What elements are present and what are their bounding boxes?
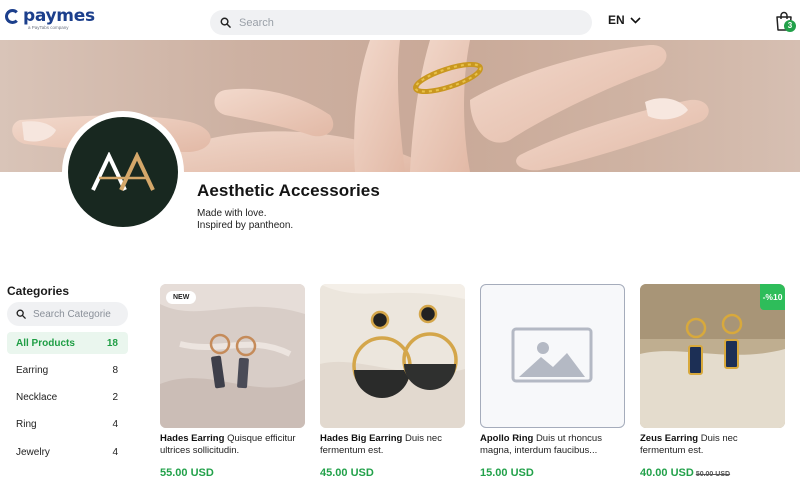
product-description: Hades Big Earring Duis nec fermentum est… xyxy=(320,433,465,457)
product-description: Hades Earring Quisque efficitur ultrices… xyxy=(160,433,305,457)
category-count: 2 xyxy=(112,392,118,404)
product-old-price: 50.00 USD xyxy=(695,471,731,478)
cart-button[interactable]: 3 xyxy=(775,11,797,33)
cart-count-badge: 3 xyxy=(784,20,796,32)
product-name: Zeus Earring xyxy=(640,433,699,444)
category-item-earring[interactable]: Earring 8 xyxy=(7,359,128,381)
search-input[interactable] xyxy=(239,16,579,29)
category-search-bar[interactable] xyxy=(7,302,128,326)
category-item-jewelry[interactable]: Jewelry 4 xyxy=(7,441,128,463)
category-item-necklace[interactable]: Necklace 2 xyxy=(7,387,128,409)
product-card-hades-big-earring[interactable]: Hades Big Earring Duis nec fermentum est… xyxy=(320,284,465,479)
search-icon xyxy=(220,17,231,28)
category-label: Ring xyxy=(16,419,37,431)
product-image[interactable]: -%10 xyxy=(640,284,785,428)
category-count: 4 xyxy=(112,419,118,431)
product-name: Hades Earring xyxy=(160,433,225,444)
category-count: 4 xyxy=(112,446,118,458)
product-card-hades-earring[interactable]: NEW Hades Earring Quisque efficitur ultr… xyxy=(160,284,305,479)
product-card-apollo-ring[interactable]: Apollo Ring Duis ut rhoncus magna, inter… xyxy=(480,284,625,479)
store-avatar xyxy=(62,111,184,233)
paymes-logo-icon xyxy=(5,8,21,26)
product-name: Hades Big Earring xyxy=(320,433,403,444)
store-description-line: Made with love. xyxy=(197,208,267,219)
product-price: 40.00 USD xyxy=(640,467,694,479)
category-search-input[interactable] xyxy=(33,308,128,320)
product-image[interactable] xyxy=(320,284,465,428)
categories-heading: Categories xyxy=(7,284,70,298)
category-label: Necklace xyxy=(16,392,58,404)
product-description: Apollo Ring Duis ut rhoncus magna, inter… xyxy=(480,433,625,457)
product-image-placeholder[interactable] xyxy=(480,284,625,428)
store-description: Made with love. Inspired by pantheon. xyxy=(197,208,293,231)
store-logo-monogram xyxy=(91,152,155,191)
top-bar: paymes a PayTabs company EN 3 xyxy=(0,0,800,40)
category-label: All Products xyxy=(16,337,75,349)
paymes-logo[interactable]: paymes a PayTabs company xyxy=(5,6,95,30)
store-title: Aesthetic Accessories xyxy=(197,181,380,200)
product-description: Zeus Earring Duis nec fermentum est. xyxy=(640,433,785,457)
category-label: Jewelry xyxy=(16,446,50,458)
category-list: All Products 18 Earring 8 Necklace 2 Rin… xyxy=(7,332,128,468)
store-description-line: Inspired by pantheon. xyxy=(197,219,294,231)
product-price: 15.00 USD xyxy=(480,467,534,479)
category-count: 8 xyxy=(112,364,118,376)
category-count: 18 xyxy=(106,337,118,349)
discount-badge: -%10 xyxy=(760,284,785,310)
image-placeholder-icon xyxy=(511,327,593,383)
category-item-all-products[interactable]: All Products 18 xyxy=(7,332,128,354)
store-logo xyxy=(68,117,178,227)
category-label: Earring xyxy=(16,364,49,376)
category-item-ring[interactable]: Ring 4 xyxy=(7,414,128,436)
product-image[interactable]: NEW xyxy=(160,284,305,428)
new-badge: NEW xyxy=(166,291,197,304)
language-label: EN xyxy=(608,13,625,27)
language-selector[interactable]: EN xyxy=(608,13,641,27)
chevron-down-icon xyxy=(630,16,641,24)
search-icon xyxy=(16,309,26,319)
product-card-zeus-earring[interactable]: -%10 Zeus Earring Duis nec fermentum est… xyxy=(640,284,785,479)
brand-subtitle: a PayTabs company xyxy=(28,25,69,30)
search-bar[interactable] xyxy=(210,10,592,35)
product-price: 55.00 USD xyxy=(160,467,214,479)
product-price: 45.00 USD xyxy=(320,467,374,479)
product-name: Apollo Ring xyxy=(480,433,534,444)
brand-name: paymes xyxy=(23,6,95,26)
product-price-row: 40.00 USD 50.00 USD xyxy=(640,467,785,479)
